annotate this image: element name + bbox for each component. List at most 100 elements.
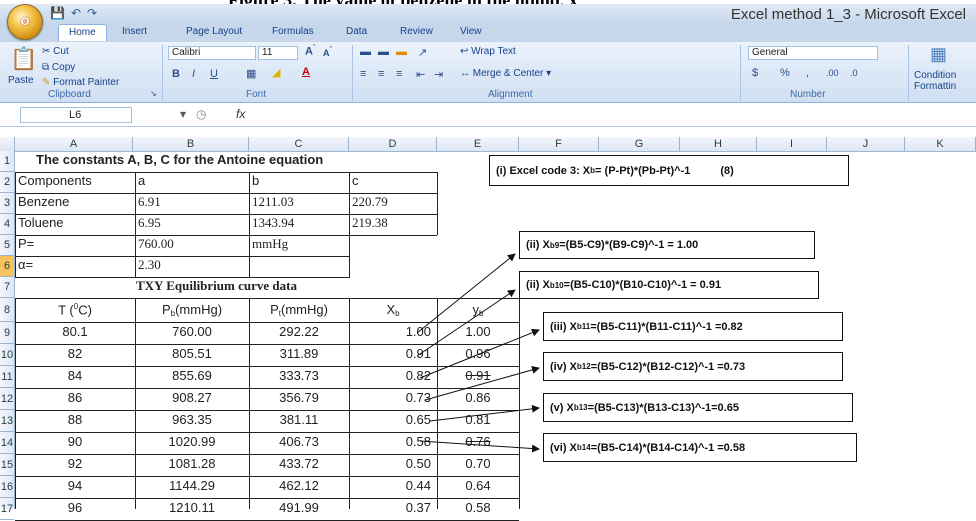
row-header-12[interactable]: 12	[0, 388, 14, 410]
row-header-4[interactable]: 4	[0, 214, 14, 235]
comma-style-icon[interactable]: ,	[806, 67, 809, 79]
currency-button[interactable]: $	[752, 67, 758, 79]
office-button[interactable]: O	[7, 4, 43, 40]
tab-page-layout[interactable]: Page Layout	[186, 26, 242, 37]
row-header-17[interactable]: 17	[0, 498, 14, 520]
txy-cell[interactable]: 855.69	[135, 368, 249, 383]
decrease-indent-icon[interactable]: ⇤	[416, 68, 425, 81]
txy-header[interactable]: T (0C)	[15, 302, 135, 317]
txy-header[interactable]: Xb	[349, 302, 437, 318]
fill-color-icon[interactable]: ◢	[272, 66, 280, 79]
format-painter-button[interactable]: ✎ Format Painter	[42, 77, 119, 88]
txy-cell[interactable]: 333.73	[249, 368, 349, 383]
conditional-formatting-icon[interactable]: ▦	[930, 44, 947, 65]
grow-font-icon[interactable]: Aˆ	[305, 45, 315, 58]
alpha-value[interactable]: 2.30	[138, 257, 161, 273]
constants-cell[interactable]: 1343.94	[252, 215, 294, 231]
dropdown-icon[interactable]: ▾	[180, 107, 186, 121]
txy-cell[interactable]: 0.91	[349, 346, 431, 361]
txy-cell[interactable]: 84	[15, 368, 135, 383]
undo-icon[interactable]: ↶	[71, 6, 81, 20]
alpha-label[interactable]: α=	[18, 257, 33, 272]
txy-cell[interactable]: 381.11	[249, 412, 349, 427]
constants-cell[interactable]: 219.38	[352, 215, 388, 231]
conditional-formatting-button[interactable]: Condition	[914, 70, 956, 81]
dialog-launcher-icon[interactable]: ↘	[150, 89, 157, 98]
row-header-8[interactable]: 8	[0, 298, 14, 322]
row-header-15[interactable]: 15	[0, 454, 14, 476]
row-header-9[interactable]: 9	[0, 322, 14, 344]
txy-cell[interactable]: 80.1	[15, 324, 135, 339]
txy-title[interactable]: TXY Equilibrium curve data	[136, 278, 297, 294]
tab-data[interactable]: Data	[346, 26, 367, 37]
txy-cell[interactable]: 0.58	[437, 500, 519, 515]
row-header-6[interactable]: 6	[0, 256, 14, 277]
txy-cell[interactable]: 433.72	[249, 456, 349, 471]
txy-cell[interactable]: 491.99	[249, 500, 349, 515]
txy-header[interactable]: Pt(mmHg)	[249, 302, 349, 318]
copy-button[interactable]: ⧉ Copy	[42, 62, 75, 73]
save-icon[interactable]: 💾	[50, 6, 65, 20]
row-header-2[interactable]: 2	[0, 172, 14, 193]
txy-cell[interactable]: 1.00	[437, 324, 519, 339]
txy-cell[interactable]: 406.73	[249, 434, 349, 449]
tab-insert[interactable]: Insert	[122, 26, 147, 37]
paste-icon[interactable]: 📋	[10, 46, 37, 72]
txy-cell[interactable]: 908.27	[135, 390, 249, 405]
row-header-7[interactable]: 7	[0, 277, 14, 298]
increase-indent-icon[interactable]: ⇥	[434, 68, 443, 81]
column-header-F[interactable]: F	[519, 137, 599, 151]
align-bottom-icon[interactable]: ▬	[396, 46, 407, 58]
pressure-unit[interactable]: mmHg	[252, 236, 288, 252]
cancel-edit-icon[interactable]: ◷	[196, 107, 206, 121]
column-header-A[interactable]: A	[15, 137, 133, 151]
constants-header[interactable]: b	[252, 173, 259, 188]
wrap-text-button[interactable]: ↩ Wrap Text	[460, 46, 516, 57]
txy-cell[interactable]: 1210.11	[135, 500, 249, 515]
txy-cell[interactable]: 963.35	[135, 412, 249, 427]
borders-icon[interactable]: ▦	[246, 67, 256, 80]
align-middle-icon[interactable]: ▬	[378, 46, 389, 58]
txy-cell[interactable]: 94	[15, 478, 135, 493]
txy-cell[interactable]: 0.58	[349, 434, 431, 449]
constants-header[interactable]: a	[138, 173, 145, 188]
align-left-icon[interactable]: ≡	[360, 68, 366, 80]
txy-cell[interactable]: 90	[15, 434, 135, 449]
column-header-G[interactable]: G	[599, 137, 680, 151]
txy-cell[interactable]: 292.22	[249, 324, 349, 339]
txy-cell[interactable]: 356.79	[249, 390, 349, 405]
tab-home[interactable]: Home	[58, 24, 107, 41]
font-name-select[interactable]: Calibri	[168, 46, 256, 60]
merge-center-button[interactable]: ↔ Merge & Center ▾	[460, 68, 551, 79]
txy-cell[interactable]: 311.89	[249, 346, 349, 361]
font-size-select[interactable]: 11	[258, 46, 298, 60]
cut-button[interactable]: ✂ Cut	[42, 46, 69, 57]
row-header-14[interactable]: 14	[0, 432, 14, 454]
txy-cell[interactable]: 96	[15, 500, 135, 515]
constants-header[interactable]: c	[352, 173, 359, 188]
txy-cell[interactable]: 1081.28	[135, 456, 249, 471]
column-header-H[interactable]: H	[680, 137, 757, 151]
txy-cell[interactable]: 0.50	[349, 456, 431, 471]
txy-header[interactable]: Pb(mmHg)	[135, 302, 249, 318]
pressure-label[interactable]: P=	[18, 236, 34, 251]
constants-cell[interactable]: Toluene	[18, 215, 64, 230]
column-header-K[interactable]: K	[905, 137, 976, 151]
txy-cell[interactable]: 0.86	[437, 390, 519, 405]
increase-decimal-icon[interactable]: .00	[826, 68, 839, 78]
redo-icon[interactable]: ↷	[87, 6, 97, 20]
constants-cell[interactable]: Benzene	[18, 194, 69, 209]
shrink-font-icon[interactable]: Aˇ	[323, 47, 332, 58]
sheet-title[interactable]: The constants A, B, C for the Antoine eq…	[36, 152, 323, 167]
italic-icon[interactable]: I	[192, 68, 195, 80]
txy-cell[interactable]: 86	[15, 390, 135, 405]
txy-cell[interactable]: 760.00	[135, 324, 249, 339]
bold-icon[interactable]: B	[172, 68, 180, 80]
txy-cell[interactable]: 0.82	[349, 368, 431, 383]
txy-cell[interactable]: 0.91	[437, 368, 519, 383]
tab-review[interactable]: Review	[400, 26, 433, 37]
constants-cell[interactable]: 6.91	[138, 194, 161, 210]
row-header-3[interactable]: 3	[0, 193, 14, 214]
txy-cell[interactable]: 0.76	[437, 434, 519, 449]
row-header-5[interactable]: 5	[0, 235, 14, 256]
